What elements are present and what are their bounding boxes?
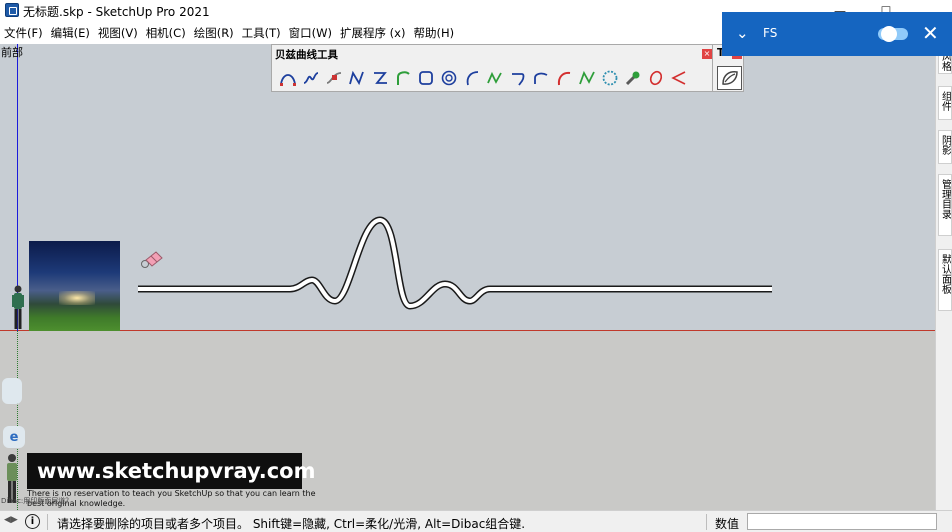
menu-draw[interactable]: 绘图(R) bbox=[190, 25, 238, 41]
bezier-s-curve-icon[interactable] bbox=[299, 67, 322, 89]
tray-tab-shadows[interactable]: 阴影 bbox=[938, 130, 952, 164]
fs-label: FS bbox=[763, 26, 778, 40]
default-tray: 风格 组件 阴影 管理目录 默认面板 bbox=[935, 44, 952, 510]
info-icon[interactable]: i bbox=[25, 514, 40, 529]
toolbar-divider bbox=[712, 45, 713, 91]
bezier-red-arc-icon[interactable] bbox=[552, 67, 575, 89]
bezier-n-curve-icon[interactable] bbox=[345, 67, 368, 89]
measurements-input[interactable] bbox=[747, 513, 937, 530]
bezier-curve-toolbar[interactable]: 贝兹曲线工具 × T.. × bbox=[271, 44, 744, 92]
fountain-light bbox=[59, 291, 95, 305]
menu-help[interactable]: 帮助(H) bbox=[409, 25, 458, 41]
bezier-corner-icon[interactable] bbox=[506, 67, 529, 89]
fs-panel: ⌄ FS ✕ bbox=[722, 12, 952, 56]
bezier-hook-icon[interactable] bbox=[391, 67, 414, 89]
dibac-hint: Dibac:用印版面层道？ bbox=[1, 497, 73, 505]
leaf-curve-icon[interactable] bbox=[717, 66, 742, 90]
menu-file[interactable]: 文件(F) bbox=[0, 25, 47, 41]
menu-extensions[interactable]: 扩展程序 (x) bbox=[336, 25, 409, 41]
scale-figure-icon[interactable] bbox=[8, 284, 28, 332]
tray-tab-default[interactable]: 默认面板 bbox=[938, 249, 952, 311]
bezier-open-arc-icon[interactable] bbox=[460, 67, 483, 89]
fs-toggle-knob[interactable] bbox=[881, 26, 897, 42]
bezier-arc-icon[interactable] bbox=[276, 67, 299, 89]
menu-camera[interactable]: 相机(C) bbox=[142, 25, 190, 41]
measurements-label: 数值 bbox=[715, 517, 740, 531]
bezier-edit-icon[interactable] bbox=[322, 67, 345, 89]
status-message: 请选择要删除的项目或者多个项目。 Shift键=隐藏, Ctrl=柔化/光滑, … bbox=[57, 517, 526, 531]
menu-bar: 文件(F) 编辑(E) 视图(V) 相机(C) 绘图(R) 工具(T) 窗口(W… bbox=[0, 22, 725, 44]
bezier-spiral-icon[interactable] bbox=[437, 67, 460, 89]
polygon-ring-icon[interactable] bbox=[598, 67, 621, 89]
menu-window[interactable]: 窗口(W) bbox=[285, 25, 336, 41]
polyline-icon[interactable] bbox=[575, 67, 598, 89]
close-icon[interactable]: × bbox=[702, 49, 712, 59]
tray-tab-manage-directory[interactable]: 管理目录 bbox=[938, 174, 952, 236]
close-icon[interactable]: ✕ bbox=[922, 21, 939, 45]
floating-handle[interactable] bbox=[2, 378, 22, 404]
image-entity[interactable] bbox=[29, 241, 120, 331]
bezier-tools-row bbox=[276, 67, 690, 89]
bezier-triangle-icon[interactable] bbox=[667, 67, 690, 89]
menu-view[interactable]: 视图(V) bbox=[94, 25, 142, 41]
status-separator bbox=[706, 514, 707, 530]
toolbar-title: 贝兹曲线工具 bbox=[275, 49, 338, 61]
expand-arrows-icon[interactable]: ◀▶ bbox=[4, 515, 18, 525]
bezier-curve-model[interactable] bbox=[0, 44, 935, 510]
bezier-step-icon[interactable] bbox=[529, 67, 552, 89]
model-viewport[interactable]: 前部 e www.sketchupvray.com There is no re… bbox=[0, 44, 935, 510]
bezier-rectangle-icon[interactable] bbox=[414, 67, 437, 89]
eraser-cursor-icon bbox=[141, 251, 163, 268]
menu-tools[interactable]: 工具(T) bbox=[238, 25, 285, 41]
sketchup-app-icon bbox=[5, 3, 19, 17]
bezier-wave-icon[interactable] bbox=[483, 67, 506, 89]
status-bar: ◀▶ i 请选择要删除的项目或者多个项目。 Shift键=隐藏, Ctrl=柔化… bbox=[0, 510, 952, 532]
bezier-z-curve-icon[interactable] bbox=[368, 67, 391, 89]
watermark-banner: www.sketchupvray.com bbox=[27, 453, 315, 489]
bezier-ellipse-icon[interactable] bbox=[644, 67, 667, 89]
wrench-icon[interactable] bbox=[621, 67, 644, 89]
edge-browser-icon[interactable]: e bbox=[3, 426, 25, 448]
menu-edit[interactable]: 编辑(E) bbox=[47, 25, 94, 41]
chevron-down-icon[interactable]: ⌄ bbox=[736, 24, 749, 42]
tray-tab-components[interactable]: 组件 bbox=[938, 86, 952, 120]
window-title: 无标题.skp - SketchUp Pro 2021 bbox=[23, 5, 210, 19]
status-separator bbox=[47, 514, 48, 530]
